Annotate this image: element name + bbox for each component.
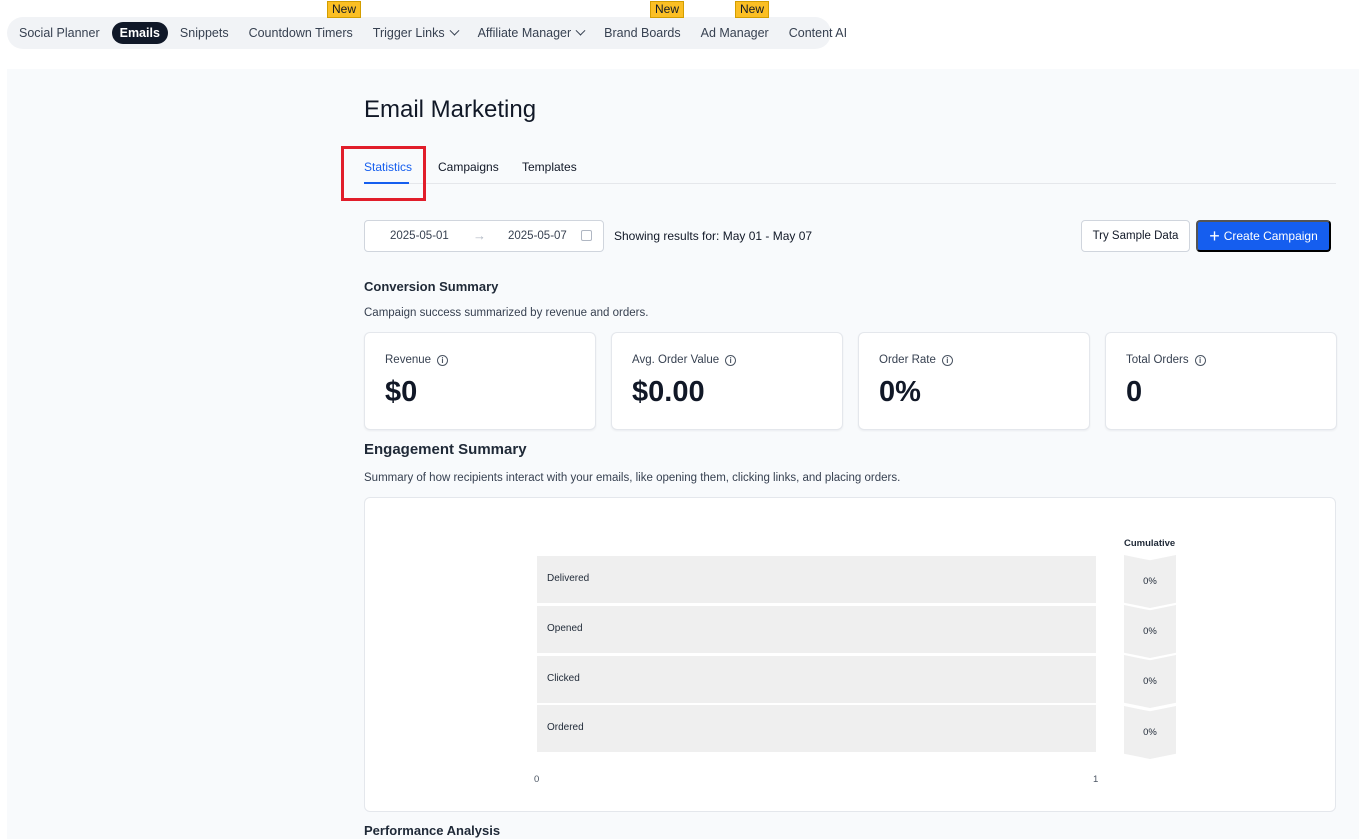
- cumulative-title: Cumulative: [1124, 538, 1176, 549]
- chevron-down-icon: [575, 25, 586, 36]
- funnel-bar-ordered[interactable]: Ordered: [537, 705, 1096, 752]
- nav-label: Ad Manager: [700, 26, 769, 40]
- card-label: Order Rate i: [879, 354, 953, 366]
- new-badge: New: [650, 1, 685, 18]
- nav-label: Trigger Links: [372, 26, 445, 40]
- top-nav: Social Planner Emails Snippets Countdown…: [7, 17, 847, 49]
- engagement-funnel-chart: Delivered Opened Clicked Ordered Cumulat…: [364, 497, 1336, 812]
- calendar-icon[interactable]: [581, 230, 592, 241]
- conversion-summary-heading: Conversion Summary: [364, 279, 499, 294]
- avg-order-value-card: Avg. Order Value i $0.00: [611, 332, 843, 430]
- nav-affiliate-manager[interactable]: Affiliate Manager: [477, 25, 586, 40]
- try-sample-data-button[interactable]: Try Sample Data: [1081, 220, 1190, 252]
- plus-icon: +: [1209, 226, 1220, 246]
- info-icon[interactable]: i: [437, 354, 449, 366]
- start-date-input[interactable]: 2025-05-01: [390, 230, 449, 242]
- performance-analysis-heading: Performance Analysis: [364, 823, 501, 838]
- card-label-text: Total Orders: [1126, 354, 1189, 366]
- card-label: Total Orders i: [1126, 354, 1206, 366]
- card-label: Revenue i: [385, 354, 449, 366]
- nav-label: Emails: [119, 26, 160, 40]
- funnel-label: Delivered: [547, 573, 590, 584]
- info-icon[interactable]: i: [941, 354, 953, 366]
- nav-ad-manager[interactable]: Ad Manager: [701, 26, 769, 40]
- nav-content-ai[interactable]: Content AI: [789, 26, 847, 40]
- x-axis-tick-max: 1: [1093, 774, 1099, 785]
- funnel-label: Opened: [547, 623, 583, 634]
- nav-label: Social Planner: [19, 26, 100, 40]
- nav-label: Brand Boards: [604, 26, 681, 40]
- new-badge: New: [735, 1, 770, 18]
- cumulative-delivered: 0%: [1124, 555, 1176, 608]
- revenue-card: Revenue i $0: [364, 332, 596, 430]
- nav-trigger-links[interactable]: Trigger Links: [372, 25, 460, 40]
- cumulative-clicked: 0%: [1124, 655, 1176, 708]
- results-range-text: Showing results for: May 01 - May 07: [614, 229, 813, 243]
- funnel-bar-opened[interactable]: Opened: [537, 606, 1096, 653]
- engagement-summary-heading: Engagement Summary: [364, 441, 527, 458]
- x-axis-tick-min: 0: [534, 774, 540, 785]
- card-value: 0: [1126, 376, 1143, 408]
- funnel-label: Ordered: [547, 722, 584, 733]
- conversion-summary-subtitle: Campaign success summarized by revenue a…: [364, 307, 649, 319]
- create-campaign-button[interactable]: + Create Campaign: [1196, 220, 1331, 252]
- card-label-text: Revenue: [385, 354, 432, 366]
- nav-label: Affiliate Manager: [477, 26, 572, 40]
- card-value: $0.00: [632, 376, 705, 408]
- tab-templates[interactable]: Templates: [522, 160, 577, 174]
- cumulative-ordered: 0%: [1124, 706, 1176, 759]
- arrow-right-icon: →: [473, 228, 486, 243]
- funnel-bar-delivered[interactable]: Delivered: [537, 556, 1096, 603]
- nav-brand-boards[interactable]: Brand Boards: [604, 26, 680, 40]
- funnel-label: Clicked: [547, 673, 580, 684]
- highlight-annotation: [341, 146, 426, 201]
- nav-label: Snippets: [179, 26, 229, 40]
- date-range-picker[interactable]: 2025-05-01 → 2025-05-07: [364, 220, 604, 252]
- end-date-input[interactable]: 2025-05-07: [508, 230, 567, 242]
- card-label-text: Order Rate: [879, 354, 936, 366]
- card-label: Avg. Order Value i: [632, 354, 737, 366]
- card-label-text: Avg. Order Value: [632, 354, 720, 366]
- create-campaign-label: Create Campaign: [1223, 229, 1318, 243]
- nav-label: Countdown Timers: [248, 26, 353, 40]
- nav-label: Content AI: [788, 26, 848, 40]
- total-orders-card: Total Orders i 0: [1105, 332, 1337, 430]
- info-icon[interactable]: i: [725, 354, 737, 366]
- chevron-down-icon: [449, 25, 460, 36]
- nav-countdown-timers[interactable]: Countdown Timers: [249, 26, 353, 40]
- cumulative-opened: 0%: [1124, 605, 1176, 658]
- page-title: Email Marketing: [364, 96, 537, 123]
- order-rate-card: Order Rate i 0%: [858, 332, 1090, 430]
- tab-bar: Statistics Campaigns Templates: [364, 150, 1336, 184]
- new-badge: New: [327, 1, 362, 18]
- card-value: 0%: [879, 376, 921, 408]
- nav-emails[interactable]: Emails: [111, 22, 168, 44]
- nav-social-planner[interactable]: Social Planner: [19, 26, 100, 40]
- funnel-bar-clicked[interactable]: Clicked: [537, 656, 1096, 703]
- info-icon[interactable]: i: [1194, 354, 1206, 366]
- nav-snippets[interactable]: Snippets: [180, 26, 229, 40]
- tab-campaigns[interactable]: Campaigns: [438, 160, 499, 174]
- card-value: $0: [385, 376, 418, 408]
- engagement-summary-subtitle: Summary of how recipients interact with …: [364, 472, 901, 484]
